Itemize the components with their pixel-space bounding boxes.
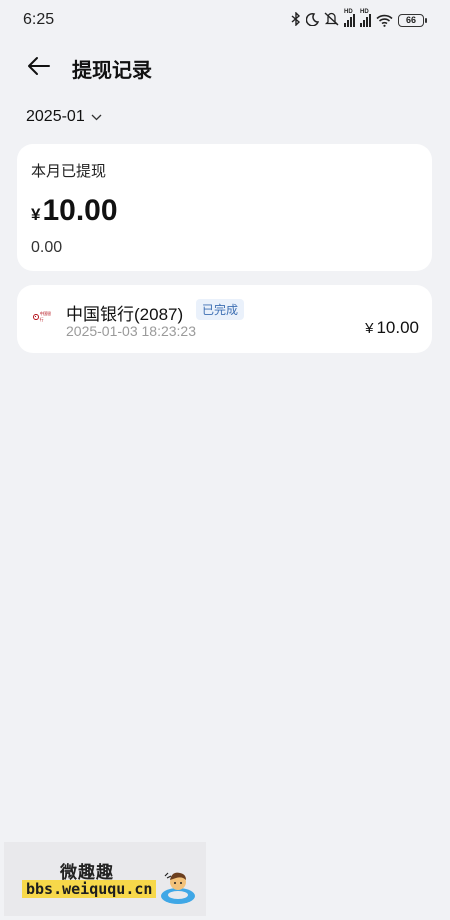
watermark-url: bbs.weiququ.cn xyxy=(22,880,157,898)
bluetooth-icon xyxy=(291,11,301,28)
page-title: 提现记录 xyxy=(72,60,152,82)
mute-icon xyxy=(324,12,339,28)
signal-hd-icon: HD xyxy=(344,9,355,27)
moon-icon xyxy=(305,12,320,28)
back-button[interactable] xyxy=(24,52,54,80)
month-value: 2025-01 xyxy=(26,108,85,125)
summary-label: 本月已提现 xyxy=(31,163,107,180)
summary-sub-amount: 0.00 xyxy=(31,239,63,256)
summary-amount: ¥ 10.00 xyxy=(31,194,118,228)
status-time: 6:25 xyxy=(23,11,55,28)
currency-symbol: ¥ xyxy=(365,320,374,337)
mascot-icon xyxy=(161,872,195,904)
month-selector[interactable]: 2025-01 xyxy=(26,108,102,126)
signal-hd-icon: HD xyxy=(360,9,371,27)
bank-of-china-logo-icon: 中国银行 xyxy=(33,311,53,323)
status-bar: 6:25 HD HD 66 xyxy=(0,0,450,40)
record-time: 2025-01-03 18:23:23 xyxy=(66,323,196,339)
arrow-left-icon xyxy=(28,57,50,75)
summary-amount-value: 10.00 xyxy=(42,194,118,227)
bank-name: 中国银行(2087) xyxy=(66,305,184,324)
header: 提现记录 xyxy=(0,44,450,88)
chevron-down-icon xyxy=(91,114,102,120)
wifi-icon xyxy=(376,14,393,27)
summary-card: 本月已提现 ¥ 10.00 0.00 xyxy=(17,144,432,271)
record-amount-value: 10.00 xyxy=(376,318,419,337)
currency-symbol: ¥ xyxy=(31,205,41,224)
battery-icon: 66 xyxy=(398,13,427,27)
watermark: 微趣趣 bbs.weiququ.cn xyxy=(4,842,206,916)
status-badge: 已完成 xyxy=(196,299,245,320)
list-item[interactable]: 中国银行 中国银行(2087) 已完成 2025-01-03 18:23:23 … xyxy=(17,285,432,353)
record-amount: ¥ 10.00 xyxy=(365,318,419,338)
status-icons: HD HD 66 xyxy=(291,9,427,28)
